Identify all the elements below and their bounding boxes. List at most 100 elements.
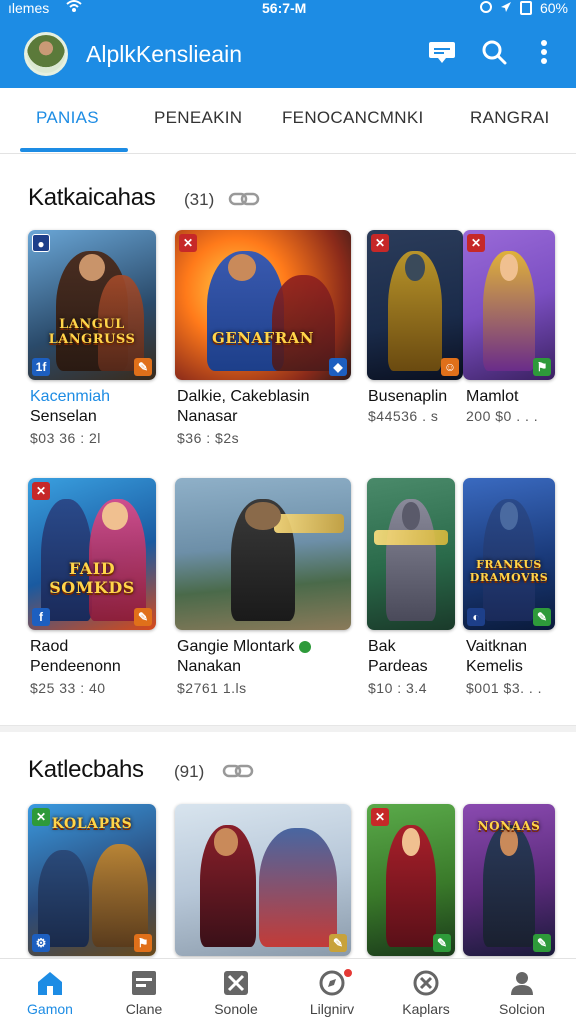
carrier-label: ılemes <box>8 0 50 16</box>
game-card-image[interactable]: ✕ ☺ <box>367 230 463 380</box>
nav-item-gamon[interactable]: Gamon <box>2 959 98 1024</box>
game-logo: FAID SOMKDS <box>49 558 135 597</box>
search-icon <box>481 39 507 70</box>
section-count: (31) <box>184 190 215 209</box>
verified-icon <box>298 640 311 653</box>
chat-button[interactable] <box>426 38 458 70</box>
game-card-image[interactable]: ✎ <box>175 804 351 956</box>
edit-icon: ✎ <box>329 934 347 952</box>
game-card-image[interactable]: GENAFRAN ✕ ◆ <box>175 230 351 380</box>
game-logo: FRANKUS DRAMOVRS <box>469 558 549 585</box>
badge-icon: ✕ <box>32 808 50 826</box>
nav-label: Gamon <box>27 1001 73 1017</box>
nav-item-clane[interactable]: Clane <box>96 959 192 1024</box>
section-title: Katlecbahs <box>28 756 144 783</box>
badge-icon: ✕ <box>371 234 389 252</box>
bottom-navigation: Gamon Clane Sonole Lilgnirv Kaplars Solc… <box>0 958 576 1024</box>
location-icon <box>500 0 512 16</box>
nav-label: Sonole <box>214 1001 258 1017</box>
battery-icon <box>519 1 532 15</box>
game-subtitle: Nanakan <box>177 658 242 675</box>
notification-badge <box>342 967 354 979</box>
nav-item-kaplars[interactable]: Kaplars <box>378 959 474 1024</box>
game-card-image[interactable]: ✕ ⚑ <box>463 230 555 380</box>
crossed-swords-icon <box>222 969 250 997</box>
nav-label: Clane <box>125 1001 163 1017</box>
chat-box-icon <box>130 969 158 997</box>
nav-item-solcion[interactable]: Solcion <box>474 959 570 1024</box>
alarm-icon <box>479 0 492 16</box>
home-icon <box>36 969 64 997</box>
game-price: $25 33 : 40 <box>30 680 106 696</box>
game-price: $2761 1.ls <box>177 680 247 696</box>
clock: 56:7-M <box>262 0 307 16</box>
game-card-image[interactable] <box>175 478 351 630</box>
badge-icon: ✕ <box>467 234 485 252</box>
game-card-image[interactable]: LANGUL LANGRUSS ● 1f ✎ <box>28 230 156 380</box>
game-subtitle: Kemelis <box>466 658 523 675</box>
game-subtitle: Senselan <box>30 408 97 425</box>
user-icon <box>508 969 536 997</box>
badge-icon: ✕ <box>32 482 50 500</box>
nav-item-lilgnirv[interactable]: Lilgnirv <box>284 959 380 1024</box>
section-divider <box>0 725 576 732</box>
nav-label: Kaplars <box>402 1001 450 1017</box>
game-title[interactable]: Vaitknan <box>466 636 527 657</box>
edit-icon: ✎ <box>134 608 152 626</box>
tab-fenocancmnki[interactable]: FENOCANCMNKI <box>282 108 424 128</box>
game-card-image[interactable]: KOLAPRS ✕ ⚙ ⚑ <box>28 804 156 956</box>
link-icon[interactable] <box>222 760 254 782</box>
section-title: Katkaicahas <box>28 184 156 211</box>
search-button[interactable] <box>478 38 510 70</box>
game-price: 200 $0 . . . <box>466 408 539 424</box>
game-subtitle: Pardeas <box>368 658 428 675</box>
close-circle-icon <box>412 969 440 997</box>
badge-icon: ✕ <box>179 234 197 252</box>
link-icon[interactable] <box>228 188 260 210</box>
game-title[interactable]: Kacenmiah <box>30 386 110 407</box>
game-card-image[interactable] <box>367 478 455 630</box>
game-card-image[interactable]: NONAAS ✎ <box>463 804 555 956</box>
status-bar: ılemes 56:7-M 60% <box>0 0 576 18</box>
game-title[interactable]: Raod <box>30 636 68 657</box>
section-count: (91) <box>174 762 205 781</box>
tab-peneakin[interactable]: PENEAKIN <box>154 108 242 128</box>
game-title[interactable]: Busenaplin <box>368 386 447 407</box>
game-price: $001 $3. . . <box>466 680 543 696</box>
game-card-image[interactable]: ✕ ✎ <box>367 804 455 956</box>
avatar[interactable] <box>24 32 68 76</box>
tab-indicator <box>20 148 128 152</box>
game-title[interactable]: Mamlot <box>466 386 518 407</box>
game-subtitle: Nanasar <box>177 408 238 425</box>
gem-icon: ◆ <box>329 358 347 376</box>
game-logo: NONAAS <box>477 819 541 834</box>
tab-bar: PANIAS PENEAKIN FENOCANCMNKI RANGRAI <box>0 88 576 154</box>
more-button[interactable] <box>528 38 560 70</box>
game-card-image[interactable]: FRANKUS DRAMOVRS ◐ ✎ <box>463 478 555 630</box>
battery-level: 60% <box>539 0 568 16</box>
tab-panias[interactable]: PANIAS <box>36 108 99 128</box>
game-card-image[interactable]: FAID SOMKDS ✕ f ✎ <box>28 478 156 630</box>
nav-item-sonole[interactable]: Sonole <box>188 959 284 1024</box>
badge-icon: ⚑ <box>533 358 551 376</box>
more-vert-icon <box>540 39 548 70</box>
badge-icon: ☺ <box>441 358 459 376</box>
app-title: AlplkKenslieain <box>86 41 242 67</box>
nav-label: Solcion <box>499 1001 545 1017</box>
game-title-text: Gangie Mlontark <box>177 638 295 655</box>
game-logo: GENAFRAN <box>211 329 315 347</box>
game-price: $03 36 : 2l <box>30 430 101 446</box>
edit-icon: ✎ <box>533 934 551 952</box>
game-logo: LANGUL LANGRUSS <box>48 317 136 347</box>
game-price: $36 : $2s <box>177 430 240 446</box>
game-title[interactable]: Gangie Mlontark <box>177 636 311 657</box>
game-title[interactable]: Dalkie, Cakeblasin <box>177 386 310 407</box>
edit-icon: ✎ <box>433 934 451 952</box>
app-bar: ılemes 56:7-M 60% AlplkKenslieain <box>0 0 576 88</box>
chat-icon <box>428 40 456 69</box>
edit-icon: ✎ <box>134 358 152 376</box>
game-title[interactable]: Bak <box>368 636 396 657</box>
app-screen: ılemes 56:7-M 60% AlplkKenslieain PANIAS… <box>0 0 576 1024</box>
game-subtitle: Pendeenonn <box>30 658 121 675</box>
tab-rangrai[interactable]: RANGRAI <box>470 108 550 128</box>
